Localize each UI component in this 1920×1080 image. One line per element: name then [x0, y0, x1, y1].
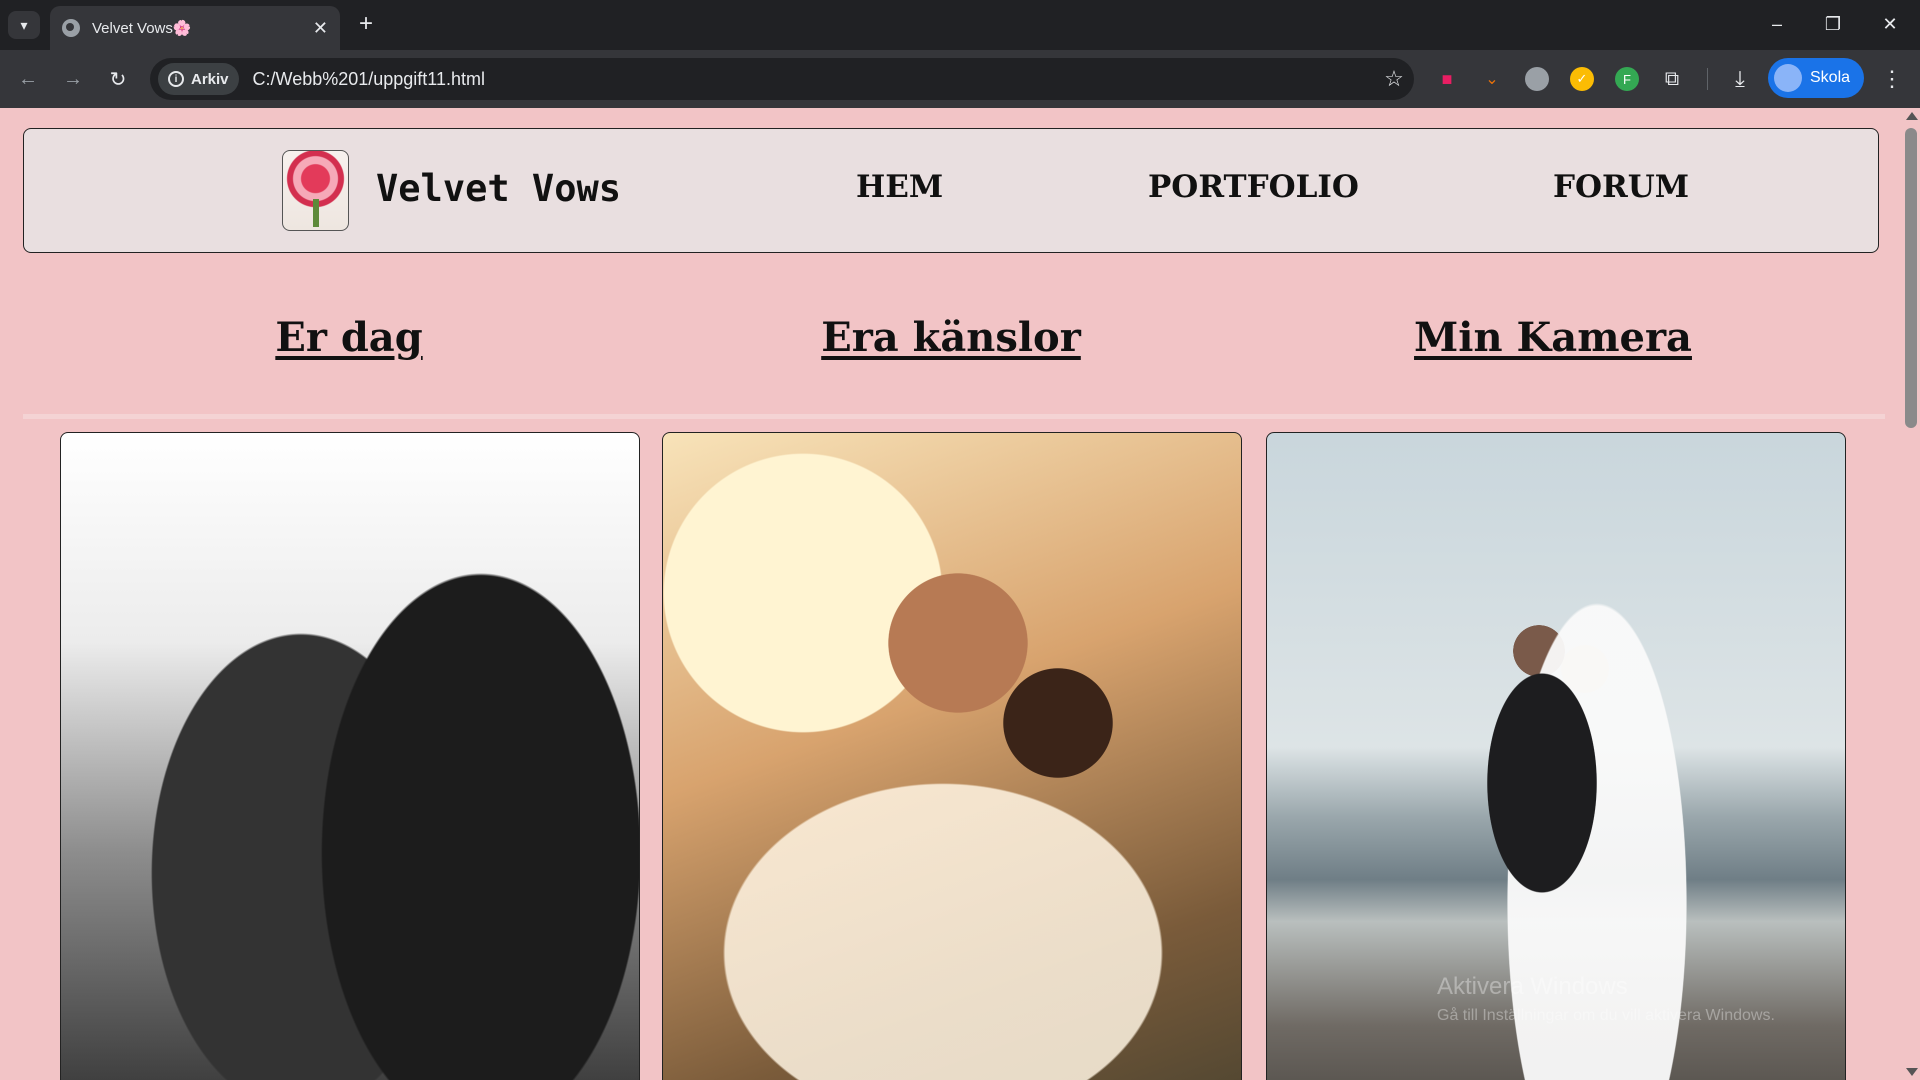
wedding-photo-veil-sunset	[662, 432, 1242, 1080]
extension-grey-icon[interactable]	[1525, 67, 1549, 91]
nav-link-portfolio[interactable]: PORTFOLIO	[1148, 169, 1359, 205]
reload-button[interactable]: ↻	[102, 63, 134, 95]
bouquet-logo-image	[282, 150, 349, 231]
watermark-title: Aktivera Windows	[1437, 973, 1628, 1000]
section-heading-era-kanslor[interactable]: Era känslor	[651, 314, 1251, 361]
address-bar[interactable]: i Arkiv C:/Webb%201/uppgift11.html ☆	[150, 58, 1414, 100]
section-heading-min-kamera[interactable]: Min Kamera	[1253, 314, 1853, 361]
site-header: Velvet Vows HEM PORTFOLIO FORUM	[23, 128, 1879, 253]
profile-name: Skola	[1810, 69, 1851, 86]
web-page: Velvet Vows HEM PORTFOLIO FORUM Er dag E…	[0, 108, 1902, 1080]
avatar	[1774, 64, 1802, 92]
wedding-photo-black-white	[60, 432, 640, 1080]
browser-tab[interactable]: Velvet Vows🌸 ✕	[50, 6, 340, 50]
browser-toolbar: ← → ↻ i Arkiv C:/Webb%201/uppgift11.html…	[0, 50, 1920, 108]
bookmark-star-icon[interactable]: ☆	[1374, 66, 1414, 92]
close-window-button[interactable]: ✕	[1870, 8, 1910, 40]
toolbar-separator	[1707, 68, 1708, 90]
nav-link-hem[interactable]: HEM	[856, 169, 943, 205]
url-text[interactable]: C:/Webb%201/uppgift11.html	[253, 69, 1374, 90]
info-icon: i	[168, 71, 184, 87]
watermark-subtitle: Gå till Inställningar om du vill aktiver…	[1437, 1007, 1775, 1024]
scroll-thumb[interactable]	[1905, 128, 1917, 428]
restore-button[interactable]: ❐	[1813, 8, 1853, 40]
extension-yellow-icon[interactable]: ✓	[1570, 67, 1594, 91]
brand-name: Velvet Vows	[376, 167, 622, 210]
page-scrollbar[interactable]	[1902, 108, 1920, 1080]
download-icon[interactable]: ⤓	[1728, 66, 1752, 91]
site-info-label: Arkiv	[191, 70, 229, 88]
scroll-up-arrow-icon[interactable]	[1906, 112, 1918, 120]
back-button[interactable]: ←	[12, 63, 44, 95]
forward-button[interactable]: →	[57, 63, 89, 95]
tab-search-button[interactable]: ▾	[8, 11, 40, 39]
browser-menu-icon[interactable]: ⋮	[1878, 63, 1906, 95]
extension-video-icon[interactable]: ■	[1435, 67, 1459, 91]
site-info-chip[interactable]: i Arkiv	[158, 63, 239, 95]
globe-icon	[62, 19, 80, 37]
section-heading-er-dag[interactable]: Er dag	[49, 314, 649, 361]
scroll-down-arrow-icon[interactable]	[1906, 1068, 1918, 1076]
nav-link-forum[interactable]: FORUM	[1553, 169, 1689, 205]
extension-green-icon[interactable]: F	[1615, 67, 1639, 91]
extensions-puzzle-icon[interactable]: ⧉	[1660, 67, 1684, 91]
windows-activation-watermark: Aktivera Windows Gå till Inställningar o…	[1437, 973, 1775, 1025]
tab-title: Velvet Vows🌸	[92, 20, 192, 37]
browser-tab-bar: ▾ Velvet Vows🌸 ✕ + – ❐ ✕	[0, 0, 1920, 50]
section-divider	[23, 414, 1885, 419]
wedding-photo-beach: Aktivera Windows Gå till Inställningar o…	[1266, 432, 1846, 1080]
tab-close-icon[interactable]: ✕	[313, 18, 328, 39]
extension-pocket-icon[interactable]: ⌄	[1480, 67, 1504, 91]
new-tab-button[interactable]: +	[352, 10, 380, 38]
minimize-button[interactable]: –	[1757, 8, 1797, 40]
profile-button[interactable]: Skola	[1768, 58, 1864, 98]
